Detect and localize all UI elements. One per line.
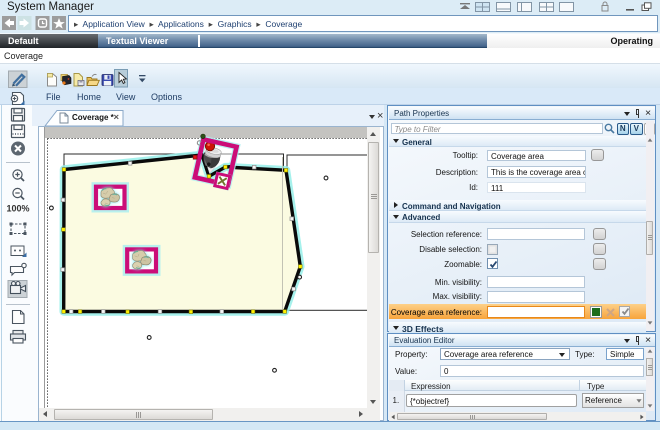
svg-text:100%: 100%: [6, 204, 29, 214]
